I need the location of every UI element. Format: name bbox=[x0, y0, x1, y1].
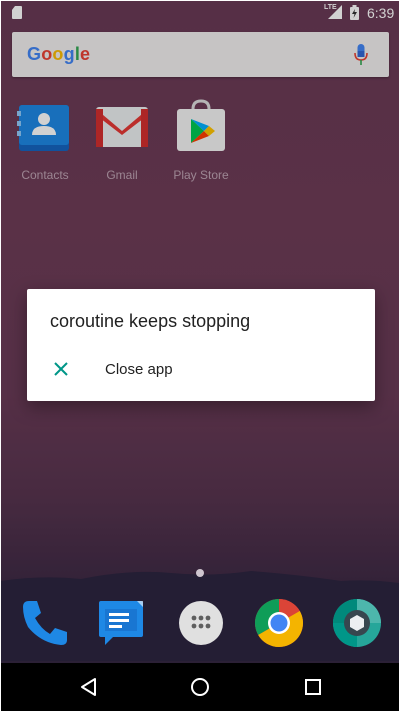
navigation-bar bbox=[1, 663, 399, 711]
camera-icon[interactable] bbox=[331, 597, 383, 649]
home-screen: LTE 6:39 Google Contacts Gmail Play Stor… bbox=[1, 1, 399, 711]
messages-icon[interactable] bbox=[95, 597, 147, 649]
recents-icon[interactable] bbox=[303, 677, 323, 697]
close-icon bbox=[54, 362, 68, 376]
home-icon[interactable] bbox=[190, 677, 210, 697]
app-drawer-icon[interactable] bbox=[175, 597, 227, 649]
page-indicator bbox=[196, 569, 204, 577]
chrome-icon[interactable] bbox=[253, 597, 305, 649]
app-crash-dialog: coroutine keeps stopping Close app bbox=[27, 289, 375, 401]
dialog-title: coroutine keeps stopping bbox=[50, 311, 251, 331]
close-app-label: Close app bbox=[105, 361, 173, 378]
close-app-button[interactable]: Close app bbox=[27, 349, 375, 389]
back-icon[interactable] bbox=[79, 677, 99, 697]
phone-icon[interactable] bbox=[19, 597, 71, 649]
